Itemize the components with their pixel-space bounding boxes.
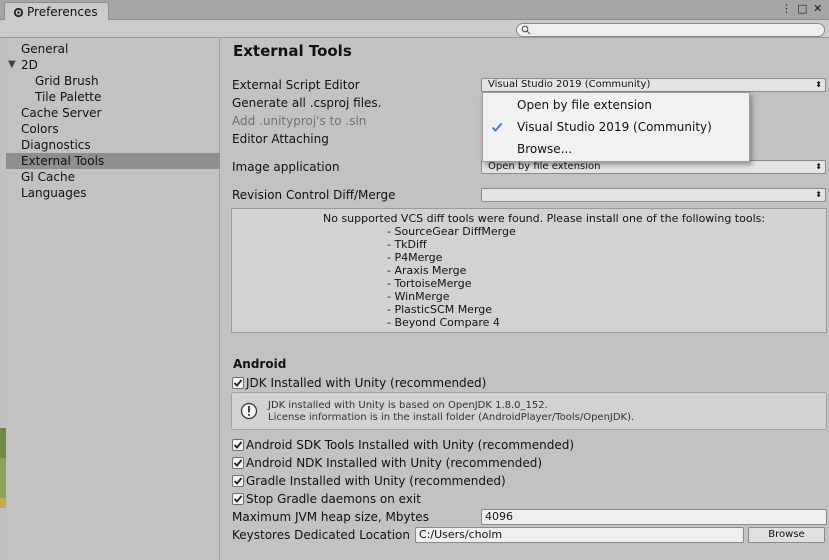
updown-arrow-icon: ⬍ <box>815 162 822 171</box>
vcs-message: No supported VCS diff tools were found. … <box>323 212 766 225</box>
window-menu-icon[interactable]: ⋮ <box>781 2 792 16</box>
script-editor-label: External Script Editor <box>232 78 360 92</box>
sidebar-item-gi-cache[interactable]: GI Cache <box>6 169 220 185</box>
gradle-label: Gradle Installed with Unity (recommended… <box>246 474 506 488</box>
image-application-label: Image application <box>232 160 340 174</box>
checkmark-icon <box>233 477 243 485</box>
sidebar-item-external-tools[interactable]: External Tools <box>6 153 220 169</box>
script-editor-popup-menu: Open by file extension Visual Studio 201… <box>482 92 750 162</box>
jdk-checkbox[interactable] <box>232 377 244 389</box>
revision-control-label: Revision Control Diff/Merge <box>232 188 396 202</box>
stop-gradle-checkbox-row[interactable]: Stop Gradle daemons on exit <box>232 491 421 507</box>
sidebar-item-label: General <box>21 42 69 56</box>
script-editor-dropdown[interactable]: Visual Studio 2019 (Community) ⬍ <box>481 78 826 92</box>
keystores-input[interactable]: C:/Users/cholm <box>415 527 744 543</box>
sidebar-item-cache-server[interactable]: Cache Server <box>6 105 220 121</box>
menu-item-label: Browse... <box>517 142 573 156</box>
ndk-checkbox-row[interactable]: Android NDK Installed with Unity (recomm… <box>232 455 542 471</box>
vcs-tool-item: - TkDiff <box>387 238 427 251</box>
gear-icon <box>13 7 24 17</box>
gradle-checkbox-row[interactable]: Gradle Installed with Unity (recommended… <box>232 473 506 489</box>
sidebar-item-grid-brush[interactable]: Grid Brush <box>6 73 220 89</box>
add-unityproj-label: Add .unityproj's to .sln <box>232 114 367 128</box>
sidebar-item-label: Diagnostics <box>21 138 91 152</box>
sdk-label: Android SDK Tools Installed with Unity (… <box>246 438 575 452</box>
checkmark-icon <box>233 495 243 503</box>
menu-item-visual-studio-2019[interactable]: Visual Studio 2019 (Community) <box>484 116 748 138</box>
sidebar-item-colors[interactable]: Colors <box>6 121 220 137</box>
revision-control-dropdown[interactable]: ⬍ <box>481 188 826 202</box>
dropdown-value: Visual Studio 2019 (Community) <box>488 79 651 90</box>
android-heading: Android <box>233 357 287 371</box>
vcs-tool-item: - P4Merge <box>387 251 443 264</box>
ndk-checkbox[interactable] <box>232 457 244 469</box>
keystores-label: Keystores Dedicated Location <box>232 528 410 542</box>
page-title: External Tools <box>233 42 352 60</box>
sdk-checkbox[interactable] <box>232 439 244 451</box>
jvm-heap-label: Maximum JVM heap size, Mbytes <box>232 510 429 524</box>
vcs-tool-item: - SourceGear DiffMerge <box>387 225 516 238</box>
sidebar-item-label: Tile Palette <box>35 90 102 104</box>
menu-item-label: Open by file extension <box>517 98 652 112</box>
sidebar-item-tile-palette[interactable]: Tile Palette <box>6 89 220 105</box>
sdk-checkbox-row[interactable]: Android SDK Tools Installed with Unity (… <box>232 437 574 453</box>
editor-attaching-label: Editor Attaching <box>232 132 329 146</box>
search-icon <box>521 25 531 35</box>
preferences-tab[interactable]: Preferences <box>4 2 109 21</box>
dropdown-value: Open by file extension <box>488 161 601 172</box>
menu-item-label: Visual Studio 2019 (Community) <box>517 120 712 134</box>
gradle-checkbox[interactable] <box>232 475 244 487</box>
vcs-tool-item: - Beyond Compare 4 <box>387 316 500 329</box>
sidebar-item-general[interactable]: General <box>6 41 220 57</box>
updown-arrow-icon: ⬍ <box>815 190 822 199</box>
ndk-label: Android NDK Installed with Unity (recomm… <box>246 456 543 470</box>
checkmark-icon <box>233 459 243 467</box>
search-field[interactable] <box>516 23 825 37</box>
sidebar-item-label: Cache Server <box>21 106 102 120</box>
sidebar-item-label: GI Cache <box>21 170 75 184</box>
check-icon <box>491 122 503 132</box>
checkmark-icon <box>233 441 243 449</box>
vcs-tool-item: - Araxis Merge <box>387 264 467 277</box>
jdk-checkbox-row[interactable]: JDK Installed with Unity (recommended) <box>232 375 486 391</box>
sidebar: General ▼ 2D Grid Brush Tile Palette Cac… <box>6 38 220 560</box>
tab-title: Preferences <box>27 5 98 19</box>
sidebar-item-label: 2D <box>21 58 38 72</box>
stop-gradle-label: Stop Gradle daemons on exit <box>246 492 421 506</box>
vcs-info-box: No supported VCS diff tools were found. … <box>231 208 827 333</box>
info-icon <box>240 402 258 420</box>
sidebar-item-label: Colors <box>21 122 59 136</box>
sidebar-item-label: External Tools <box>21 154 105 168</box>
jdk-info-line: JDK installed with Unity is based on Ope… <box>268 400 548 411</box>
checkmark-icon <box>233 379 243 387</box>
window-titlebar: Preferences ⋮ □ ✕ <box>0 0 829 21</box>
generate-csproj-label: Generate all .csproj files. <box>232 96 382 110</box>
sidebar-item-label: Grid Brush <box>35 74 99 88</box>
sidebar-item-diagnostics[interactable]: Diagnostics <box>6 137 220 153</box>
sidebar-item-languages[interactable]: Languages <box>6 185 220 201</box>
browse-button[interactable]: Browse <box>748 527 825 543</box>
jdk-info-helpbox: JDK installed with Unity is based on Ope… <box>231 392 827 430</box>
jvm-heap-input[interactable]: 4096 <box>481 509 827 525</box>
vcs-tool-item: - WinMerge <box>387 290 450 303</box>
menu-item-open-by-extension[interactable]: Open by file extension <box>484 94 748 116</box>
jdk-info-line: License information is in the install fo… <box>268 412 635 423</box>
updown-arrow-icon: ⬍ <box>815 80 822 89</box>
close-icon[interactable]: ✕ <box>813 2 822 16</box>
maximize-icon[interactable]: □ <box>797 2 807 16</box>
expand-arrow-icon[interactable]: ▼ <box>8 57 16 73</box>
sidebar-item-label: Languages <box>21 186 87 200</box>
image-application-dropdown[interactable]: Open by file extension ⬍ <box>481 160 826 174</box>
vcs-tool-item: - TortoiseMerge <box>387 277 472 290</box>
toolbar <box>0 20 829 38</box>
jdk-label: JDK Installed with Unity (recommended) <box>246 376 487 390</box>
search-input[interactable] <box>533 24 818 36</box>
sidebar-item-2d[interactable]: ▼ 2D <box>6 57 220 73</box>
stop-gradle-checkbox[interactable] <box>232 493 244 505</box>
menu-item-browse[interactable]: Browse... <box>484 138 748 160</box>
vcs-tool-item: - PlasticSCM Merge <box>387 303 493 316</box>
